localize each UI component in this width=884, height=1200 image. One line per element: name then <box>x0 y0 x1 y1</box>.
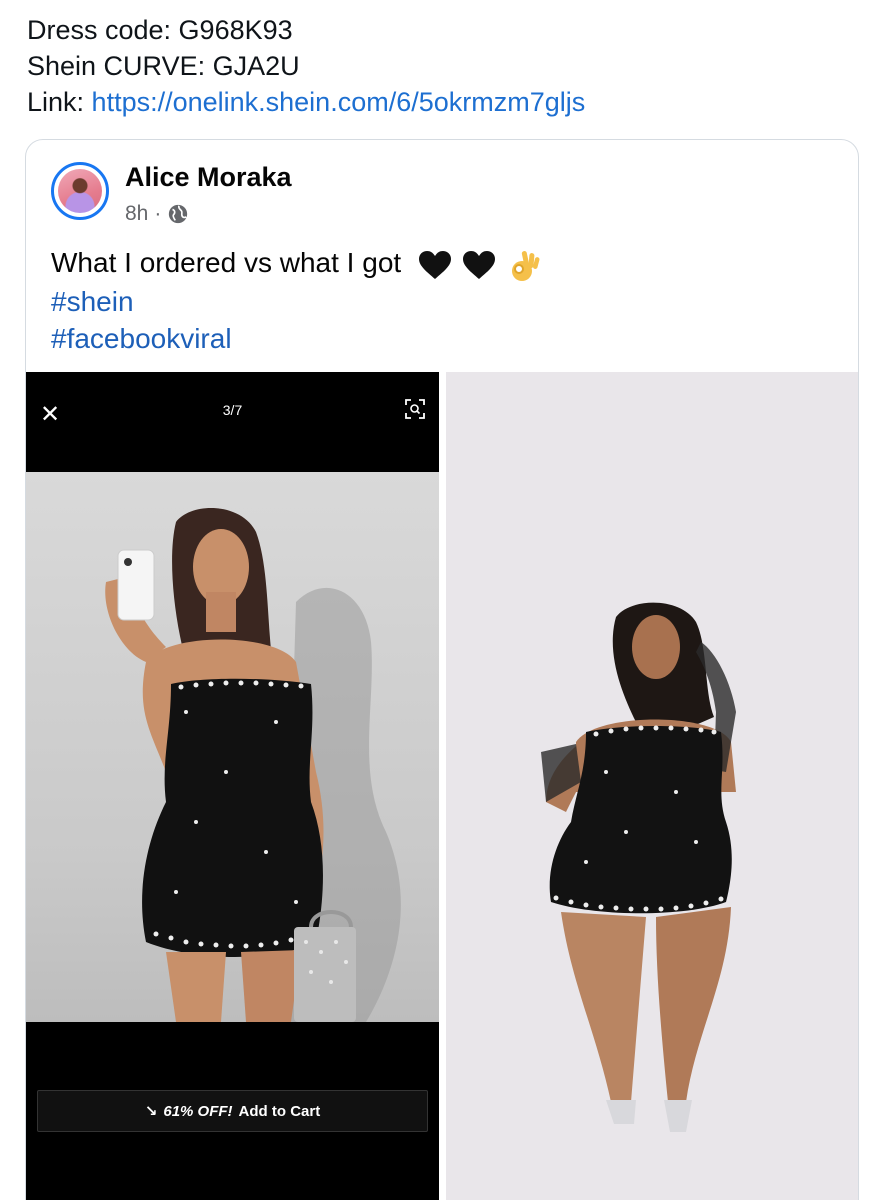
model-photo <box>26 472 439 1022</box>
model-figure <box>105 508 401 1022</box>
hashtag-shein[interactable]: #shein <box>51 283 541 320</box>
ordered-dress-screenshot[interactable]: ✕ 3/7 ↘ 61% OFF! Add to Cart <box>26 372 439 1200</box>
post-time[interactable]: 8h <box>125 202 148 226</box>
black-heart-icon <box>462 250 495 279</box>
post-body: What I ordered vs what I got #shein #fac… <box>51 244 541 357</box>
ok-hand-icon <box>511 250 539 281</box>
avatar[interactable] <box>51 162 109 220</box>
scan-icon[interactable] <box>405 399 425 419</box>
curve-code-line: Shein CURVE: GJA2U <box>27 51 300 81</box>
avatar-photo <box>58 169 102 213</box>
globe-icon <box>169 204 188 224</box>
black-heart-icon <box>418 250 451 279</box>
author-name[interactable]: Alice Moraka <box>125 162 292 193</box>
meta-separator: · <box>154 202 162 225</box>
link-prefix: Link: <box>27 87 92 117</box>
cart-label: Add to Cart <box>238 1102 321 1120</box>
hashtag-facebookviral[interactable]: #facebookviral <box>51 320 541 357</box>
shein-link[interactable]: https://onelink.shein.com/6/5okrmzm7gljs <box>92 87 586 117</box>
trend-down-icon: ↘ <box>144 1103 158 1120</box>
app-top-bar: ✕ 3/7 <box>26 372 439 472</box>
link-line: Link: https://onelink.shein.com/6/5okrmz… <box>27 84 585 120</box>
add-to-cart-button[interactable]: ↘ 61% OFF! Add to Cart <box>37 1090 428 1132</box>
received-dress-photo[interactable] <box>446 372 858 1200</box>
image-counter: 3/7 <box>222 402 243 418</box>
quoted-facebook-post[interactable]: Alice Moraka 8h · What I ordered vs what… <box>25 139 859 1200</box>
wearer-figure <box>541 602 736 1132</box>
cart-discount: 61% OFF! <box>163 1102 233 1120</box>
dress-code-line: Dress code: G968K93 <box>27 15 293 45</box>
post-caption: What I ordered vs what I got <box>51 247 402 278</box>
tweet-text: Dress code: G968K93 Shein CURVE: GJA2U L… <box>27 12 585 120</box>
post-meta: 8h · <box>125 202 189 226</box>
